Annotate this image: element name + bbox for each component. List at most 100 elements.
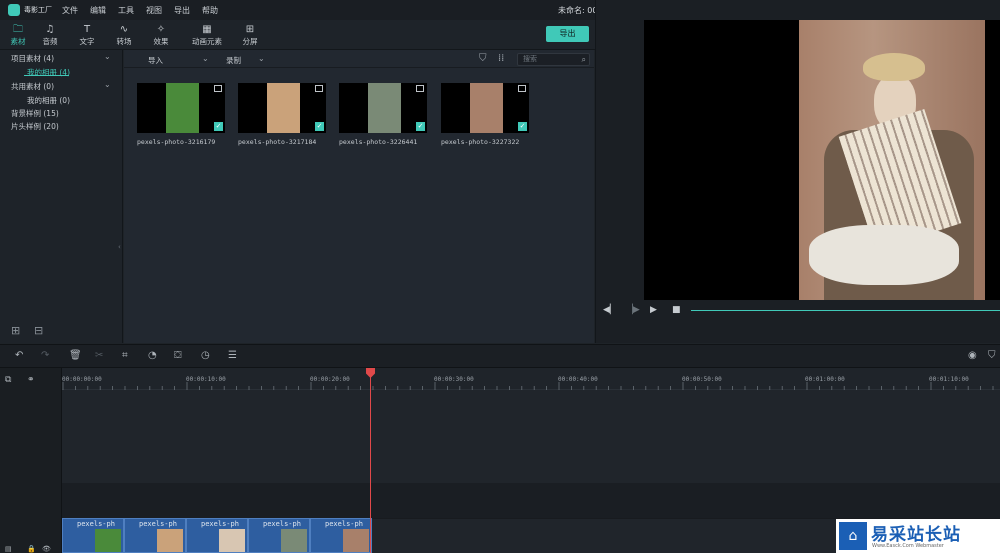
add-track-icon[interactable]: ⧉ <box>5 375 11 385</box>
media-thumbnail[interactable]: ✓ <box>137 83 225 133</box>
clip-label: pexels-ph <box>201 520 239 528</box>
chevron-down-icon[interactable]: ⌄ <box>104 52 111 61</box>
remove-folder-icon[interactable]: ⊟ <box>34 324 43 337</box>
tree-intro-samples[interactable]: 片头样例 (20) <box>11 121 59 132</box>
tab-label: 转场 <box>116 37 132 46</box>
checkmark-icon[interactable]: ✓ <box>416 122 425 131</box>
delete-icon[interactable]: 🗑 <box>69 350 82 361</box>
speed-icon[interactable]: ◔ <box>148 350 157 361</box>
shield-icon[interactable]: ⛉ <box>988 350 996 361</box>
tab-label: 动画元素 <box>192 37 222 46</box>
checkmark-icon[interactable]: ✓ <box>214 122 223 131</box>
step-forward-icon[interactable]: ▕▶ <box>626 305 640 315</box>
tab-label: 效果 <box>153 37 169 46</box>
tree-bg-samples[interactable]: 背景样例 (15) <box>11 108 59 119</box>
tab-audio[interactable]: ♫ 音频 <box>32 23 68 47</box>
timeline-clip[interactable]: pexels-ph <box>62 518 124 553</box>
tree-project-media[interactable]: 项目素材 (4) <box>11 53 54 64</box>
app-logo: 毒影工厂 <box>0 4 62 16</box>
audio-track[interactable] <box>62 483 1000 519</box>
crop-icon[interactable]: ⌗ <box>122 350 128 361</box>
new-folder-icon[interactable]: ⊞ <box>11 324 20 337</box>
chevron-down-icon[interactable]: ⌄ <box>104 80 111 89</box>
cut-icon[interactable]: ✂ <box>95 350 103 361</box>
timeline-clip[interactable]: pexels-ph <box>124 518 186 553</box>
timeline-clip[interactable]: pexels-ph <box>248 518 310 553</box>
lock-icon[interactable]: 🔒 <box>27 545 36 553</box>
tab-text[interactable]: T 文字 <box>69 23 105 47</box>
adjust-icon[interactable]: ☰ <box>228 350 237 361</box>
media-thumbnail[interactable]: ✓ <box>441 83 529 133</box>
clip-label: pexels-ph <box>325 520 363 528</box>
timeline-clip[interactable]: pexels-ph <box>310 518 372 553</box>
menu-edit[interactable]: 编辑 <box>90 5 106 16</box>
import-dropdown[interactable]: 导入 <box>148 55 163 66</box>
menu-tools[interactable]: 工具 <box>118 5 134 16</box>
step-back-icon[interactable]: ◀▏ <box>603 305 617 315</box>
tab-transition[interactable]: ∿ 转场 <box>106 23 142 47</box>
redo-icon[interactable]: ↷ <box>41 350 49 361</box>
tree-my-album[interactable]: 我的相册 (4) <box>27 67 70 78</box>
cloth-shape <box>809 225 959 285</box>
search-input[interactable]: 搜索 ⌕ <box>517 53 590 66</box>
stop-icon[interactable]: ■ <box>672 305 681 315</box>
clip-label: pexels-ph <box>263 520 301 528</box>
watermark-title: 易采站长站 <box>871 525 961 545</box>
menu-help[interactable]: 帮助 <box>202 5 218 16</box>
image-type-icon <box>315 85 323 92</box>
media-panel: 导入 ⌄ 录制 ⌄ ⛉ ⁞⁞ 搜索 ⌕ ✓ pexels-photo-32161… <box>124 50 594 343</box>
folder-icon: 🗀 <box>13 24 23 35</box>
thumbnail-image <box>368 83 401 133</box>
filter-icon[interactable]: ⛉ <box>479 53 487 64</box>
chevron-down-icon[interactable]: ⌄ <box>202 54 209 63</box>
tab-split-screen[interactable]: ⊞ 分屏 <box>232 23 268 47</box>
tree-shared-album[interactable]: 我的相册 (0) <box>27 95 70 106</box>
tab-animation-elements[interactable]: ▦ 动画元素 <box>185 23 229 47</box>
track-video-icon: ▤ <box>5 545 12 553</box>
watermark: ⌂ 易采站长站 Www.Easck.Com Webmaster <box>836 519 1000 553</box>
thumbnail-name: pexels-photo-3216179 <box>137 138 216 146</box>
timeline-clip[interactable]: pexels-ph <box>186 518 248 553</box>
tree-shared-media[interactable]: 共用素材 (0) <box>11 81 54 92</box>
search-icon[interactable]: ⌕ <box>582 54 586 65</box>
split-screen-icon: ⊞ <box>245 24 255 35</box>
figure-hat <box>863 53 925 81</box>
chevron-down-icon[interactable]: ⌄ <box>258 54 265 63</box>
thumbnail-image <box>470 83 503 133</box>
timeline-ruler[interactable]: 00:00:00:00 00:00:10:00 00:00:20:00 00:0… <box>62 368 1000 390</box>
playback-progress-bar[interactable] <box>691 310 1000 311</box>
clip-thumbnail <box>281 529 307 552</box>
menu-file[interactable]: 文件 <box>62 5 78 16</box>
thumbnail-image <box>166 83 199 133</box>
search-placeholder: 搜索 <box>523 55 537 63</box>
logo-mark-icon <box>8 4 20 16</box>
tab-effects[interactable]: ✧ 效果 <box>143 23 179 47</box>
clip-thumbnail <box>157 529 183 552</box>
media-thumbnail[interactable]: ✓ <box>238 83 326 133</box>
checkmark-icon[interactable]: ✓ <box>518 122 527 131</box>
clip-label: pexels-ph <box>139 520 177 528</box>
record-dropdown[interactable]: 录制 <box>226 55 241 66</box>
collapse-panel-handle-icon[interactable]: ‹ <box>118 243 121 251</box>
link-icon[interactable]: ⚭ <box>27 375 35 385</box>
thumbnail-name: pexels-photo-3217184 <box>238 138 317 146</box>
thumbnail-name: pexels-photo-3227322 <box>441 138 520 146</box>
media-thumbnail[interactable]: ✓ <box>339 83 427 133</box>
tab-label: 素材 <box>10 37 26 46</box>
logo-text: 毒影工厂 <box>24 5 52 14</box>
undo-icon[interactable]: ↶ <box>15 350 23 361</box>
duration-icon[interactable]: ◷ <box>201 350 210 361</box>
eye-icon[interactable]: 👁 <box>42 545 51 553</box>
play-icon[interactable]: ▶ <box>650 305 657 315</box>
freeze-frame-icon[interactable]: ⛋ <box>174 350 182 361</box>
grid-view-icon[interactable]: ⁞⁞ <box>498 53 504 64</box>
menu-export[interactable]: 导出 <box>174 5 190 16</box>
menu-view[interactable]: 视图 <box>146 5 162 16</box>
track-headers: ⧉ ⚭ ▤ 🔒 👁 <box>0 368 62 553</box>
tab-media[interactable]: 🗀 素材 <box>0 23 36 47</box>
checkmark-icon[interactable]: ✓ <box>315 122 324 131</box>
tab-label: 音频 <box>42 37 58 46</box>
export-button[interactable]: 导出 <box>546 26 589 42</box>
render-preview-icon[interactable]: ◉ <box>968 350 977 361</box>
music-note-icon: ♫ <box>45 24 55 35</box>
